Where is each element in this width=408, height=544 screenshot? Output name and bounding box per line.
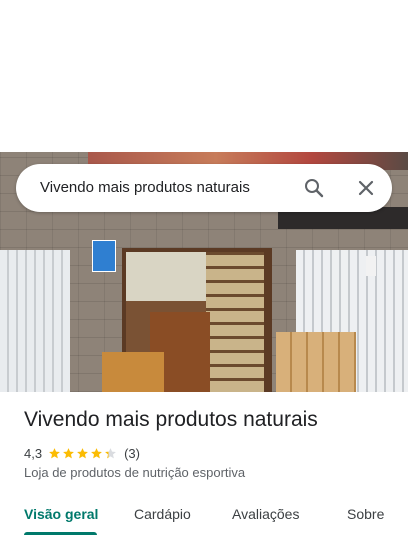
product-shelf xyxy=(206,252,264,392)
active-tab-indicator xyxy=(24,532,97,535)
left-shutter xyxy=(0,250,70,392)
search-icon[interactable] xyxy=(302,176,326,200)
wall-poster xyxy=(92,240,116,272)
star-icon xyxy=(77,447,88,458)
rating-stars xyxy=(48,447,118,460)
star-icon xyxy=(91,447,102,458)
star-icon xyxy=(105,447,116,458)
star-icon xyxy=(63,447,74,458)
wall-sticker xyxy=(366,256,376,276)
place-tabs: Visão geral Cardápio Avaliações Sobre xyxy=(0,500,408,544)
star-icon xyxy=(49,447,60,458)
tab-overview[interactable]: Visão geral xyxy=(24,506,98,522)
search-query[interactable]: Vivendo mais produtos naturais xyxy=(40,164,250,212)
place-title: Vivendo mais produtos naturais xyxy=(24,408,318,431)
review-count[interactable]: (3) xyxy=(124,446,140,461)
rating-value: 4,3 xyxy=(24,445,43,461)
tab-reviews[interactable]: Avaliações xyxy=(232,506,299,522)
tab-menu[interactable]: Cardápio xyxy=(134,506,191,522)
search-bar[interactable]: Vivendo mais produtos naturais xyxy=(16,164,392,212)
tab-about[interactable]: Sobre xyxy=(347,506,384,522)
rating-row[interactable]: 4,3 (3) xyxy=(24,444,140,462)
product-stand-right xyxy=(276,332,356,392)
close-icon[interactable] xyxy=(354,176,378,200)
product-stand-left xyxy=(102,352,164,392)
place-category[interactable]: Loja de produtos de nutrição esportiva xyxy=(24,465,245,480)
